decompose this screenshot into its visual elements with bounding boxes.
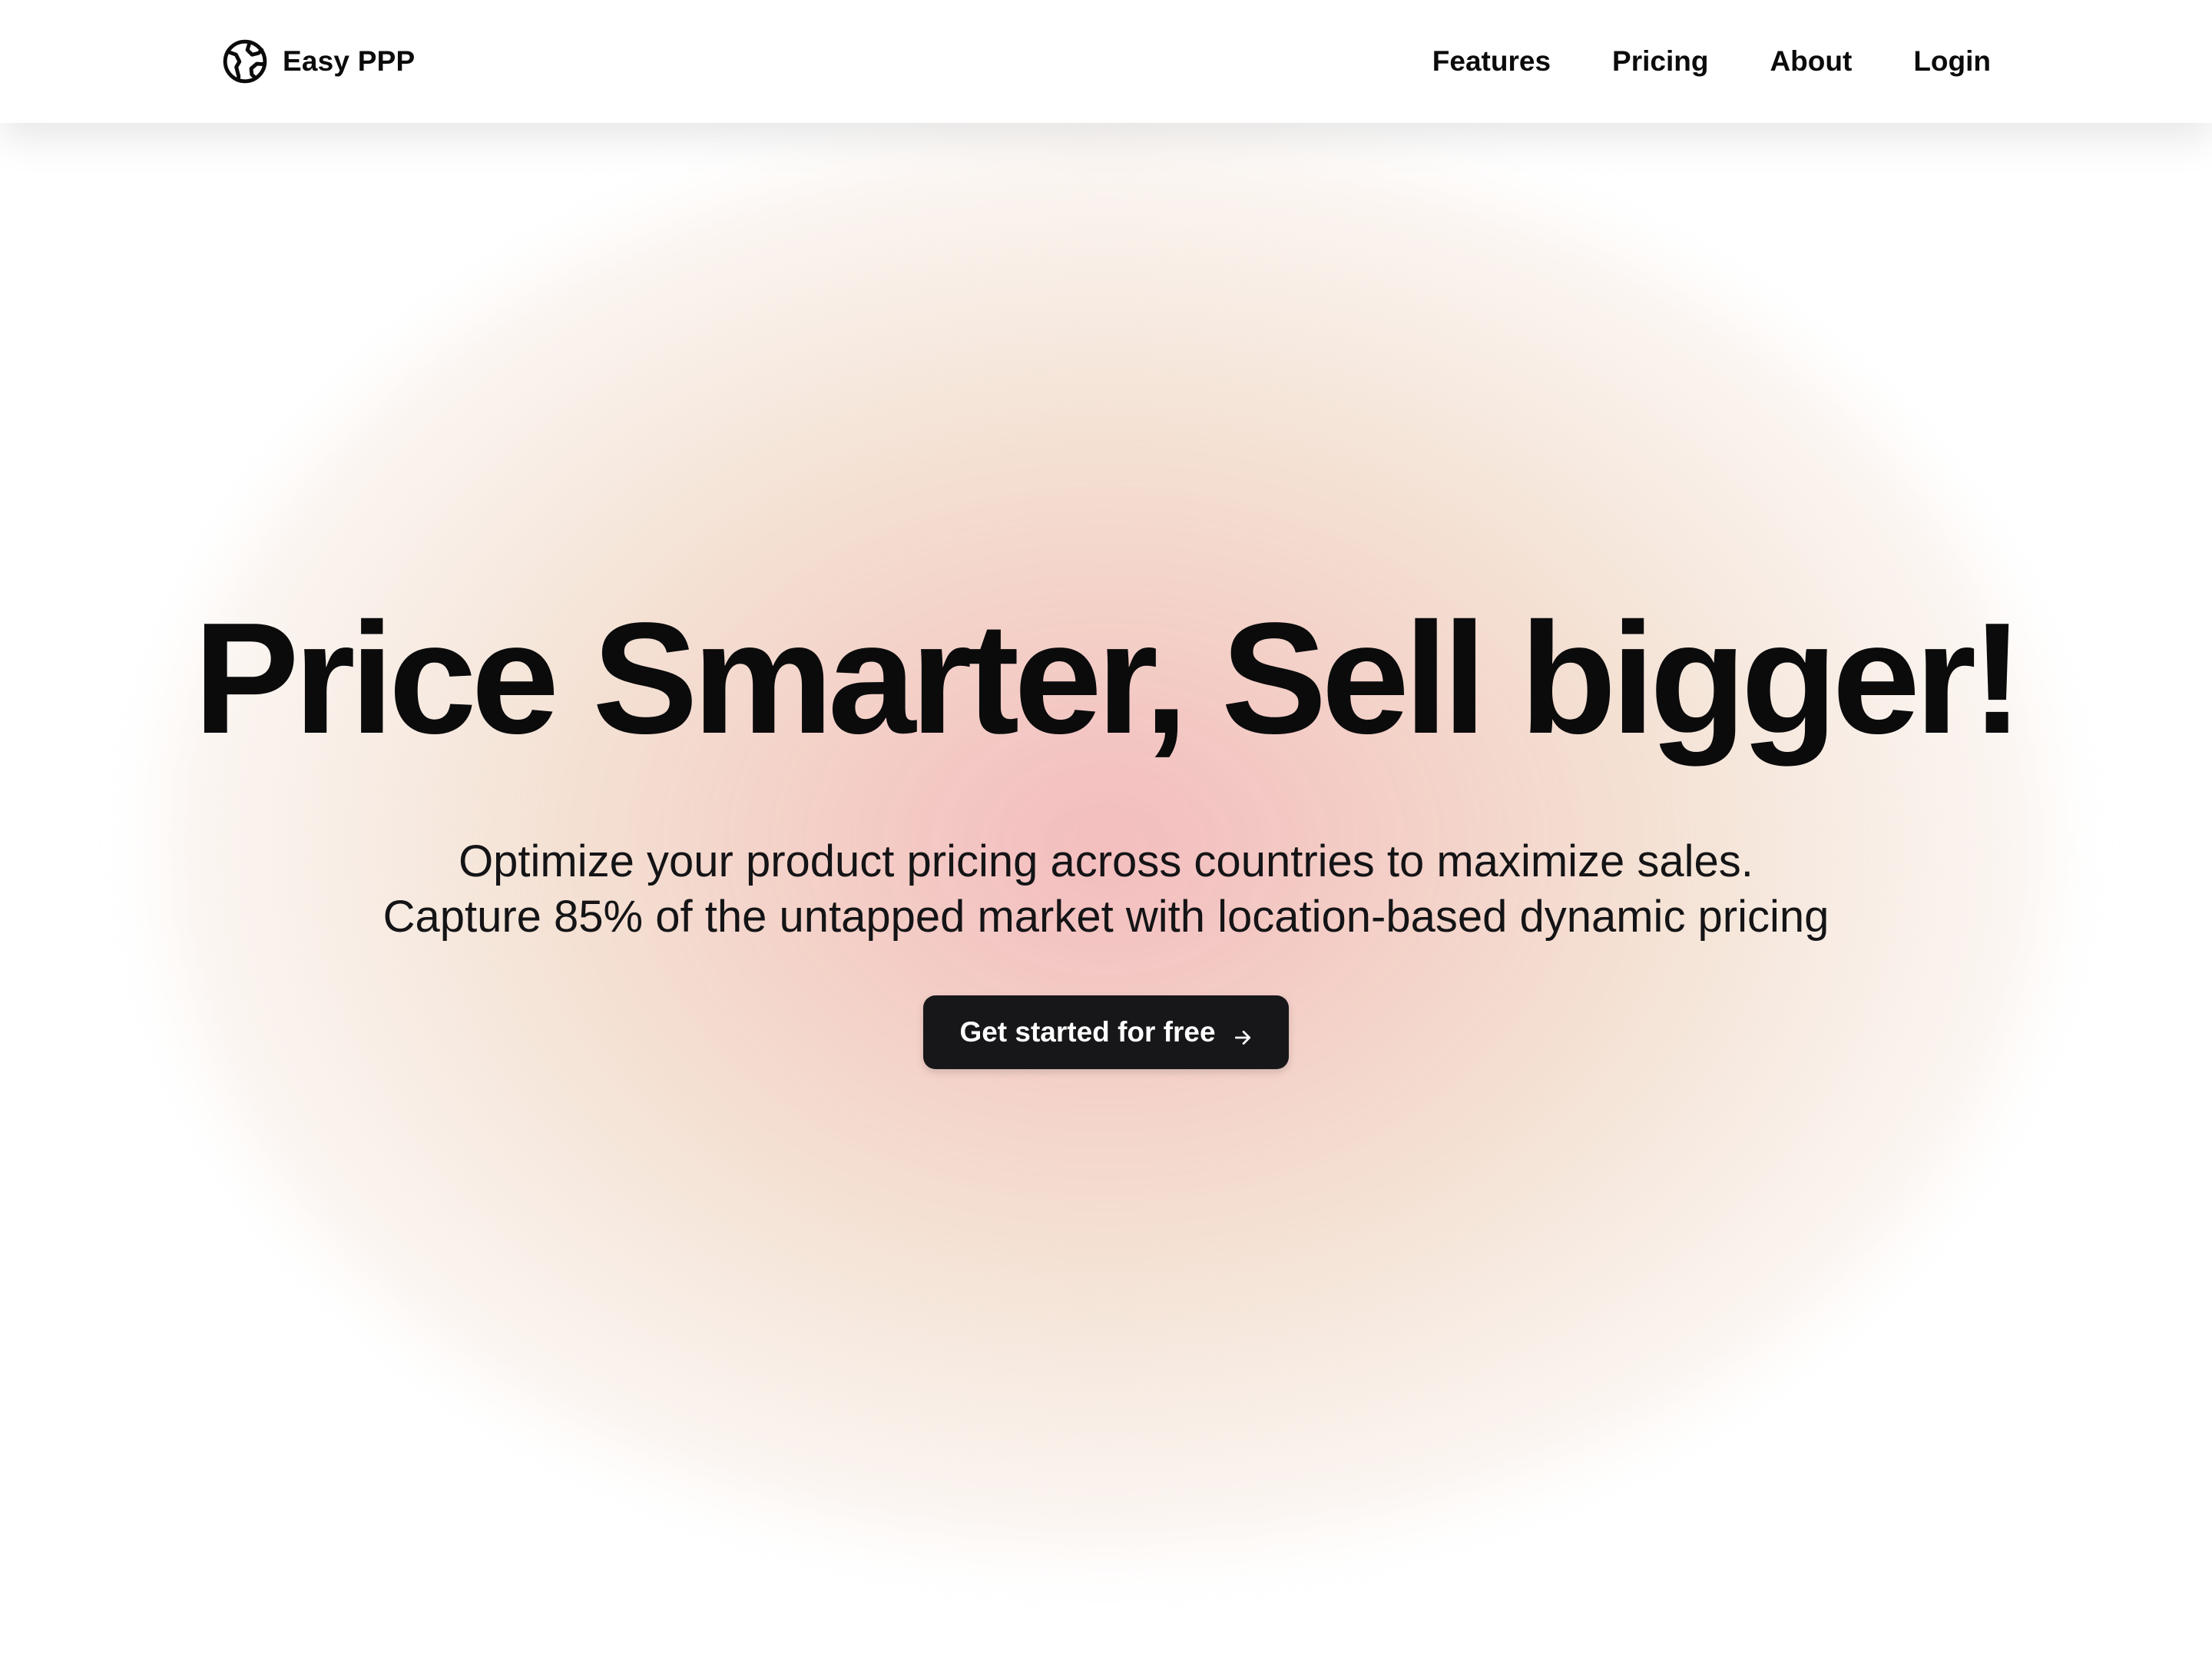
- nav-link-login[interactable]: Login: [1913, 45, 1991, 78]
- brand-name: Easy PPP: [283, 45, 416, 77]
- hero-subtitle-line-1: Optimize your product pricing across cou…: [459, 836, 1753, 886]
- get-started-button[interactable]: Get started for free: [923, 995, 1289, 1069]
- brand-logo-link[interactable]: Easy PPP: [221, 37, 415, 86]
- hero-subtitle-line-2: Capture 85% of the untapped market with …: [382, 892, 1830, 942]
- nav-link-about[interactable]: About: [1770, 45, 1852, 78]
- main-nav: Features Pricing About Login: [1432, 37, 1991, 86]
- hero-section: Price Smarter, Sell bigger! Optimize you…: [0, 123, 2212, 1659]
- arrow-right-icon: [1233, 1022, 1253, 1045]
- nav-link-features[interactable]: Features: [1432, 45, 1551, 78]
- get-started-label: Get started for free: [959, 1016, 1216, 1048]
- nav-link-pricing[interactable]: Pricing: [1612, 45, 1708, 78]
- hero-subtitle: Optimize your product pricing across cou…: [0, 834, 2212, 945]
- globe-icon: [221, 38, 269, 85]
- hero-title: Price Smarter, Sell bigger!: [194, 590, 2024, 767]
- top-navbar: Easy PPP Features Pricing About Login: [0, 0, 2212, 123]
